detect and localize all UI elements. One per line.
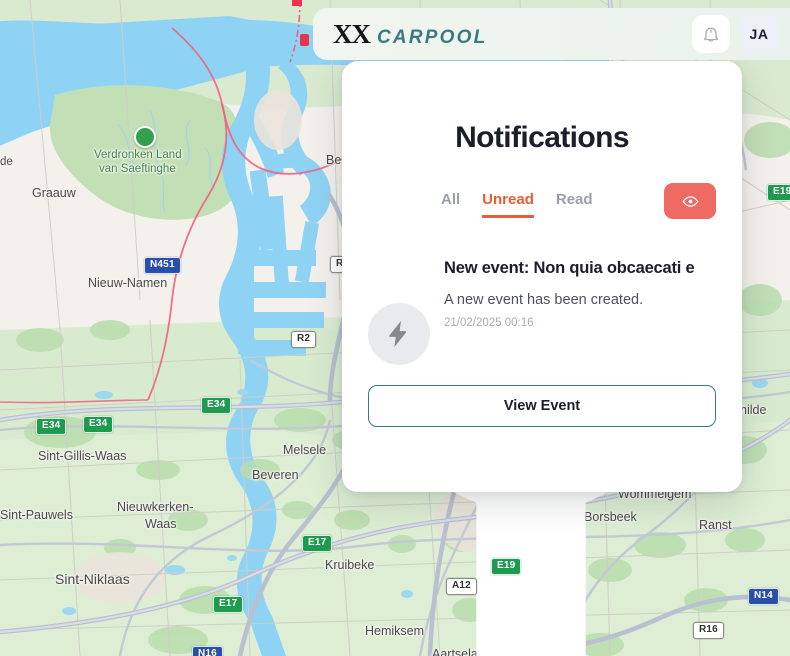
notification-body: New event: Non quia obcaecati e A new ev… xyxy=(444,256,716,365)
eye-icon xyxy=(682,195,698,207)
road-shield: A12 xyxy=(446,578,477,595)
notification-tabs: All Unread Read xyxy=(368,183,716,226)
notifications-bell-button[interactable] xyxy=(692,15,730,53)
logo-wordmark: CARPOOL xyxy=(377,26,488,48)
notification-timestamp: 21/02/2025 00:16 xyxy=(444,317,534,329)
tab-unread[interactable]: Unread xyxy=(482,191,534,218)
road-shield: E17 xyxy=(213,596,244,613)
road-shield: N16 xyxy=(192,646,223,656)
road-shield: E34 xyxy=(83,416,114,433)
park-marker-icon xyxy=(134,126,695,656)
tab-read[interactable]: Read xyxy=(556,191,593,218)
mark-all-read-button[interactable] xyxy=(664,183,716,219)
tab-all[interactable]: All xyxy=(441,191,460,218)
road-shield: N14 xyxy=(748,588,779,605)
road-shield: E17 xyxy=(302,535,333,552)
view-event-button[interactable]: View Event xyxy=(368,385,716,427)
notification-list: New event: Non quia obcaecati e A new ev… xyxy=(368,256,716,427)
user-avatar[interactable]: JA xyxy=(740,15,778,53)
notification-title: New event: Non quia obcaecati e xyxy=(444,259,695,277)
road-shield: R16 xyxy=(693,622,724,639)
header-actions: JA xyxy=(692,15,778,53)
road-shield: N451 xyxy=(144,257,181,274)
app-root: Wuustwe de Graauw Nieuw-Namen Be hilde M… xyxy=(0,0,790,656)
notifications-panel: Notifications All Unread Read New event:… xyxy=(342,61,742,492)
app-header: XX CARPOOL JA xyxy=(313,8,790,60)
brand-logo[interactable]: XX CARPOOL xyxy=(333,19,487,50)
page-title: Notifications xyxy=(455,121,629,154)
road-shield: E19 xyxy=(491,558,522,575)
road-shield: E34 xyxy=(36,418,67,435)
notification-message: A new event has been created. xyxy=(444,292,644,308)
list-item[interactable]: New event: Non quia obcaecati e A new ev… xyxy=(368,256,716,365)
road-shield: E19 xyxy=(767,184,790,201)
notification-avatar xyxy=(368,303,430,365)
road-shield: R2 xyxy=(291,331,317,348)
avatar-initials: JA xyxy=(749,26,769,42)
bell-icon xyxy=(704,27,719,42)
road-shield: E34 xyxy=(201,397,232,414)
lightning-bolt-icon xyxy=(389,320,407,348)
logo-mark: XX xyxy=(333,18,371,49)
